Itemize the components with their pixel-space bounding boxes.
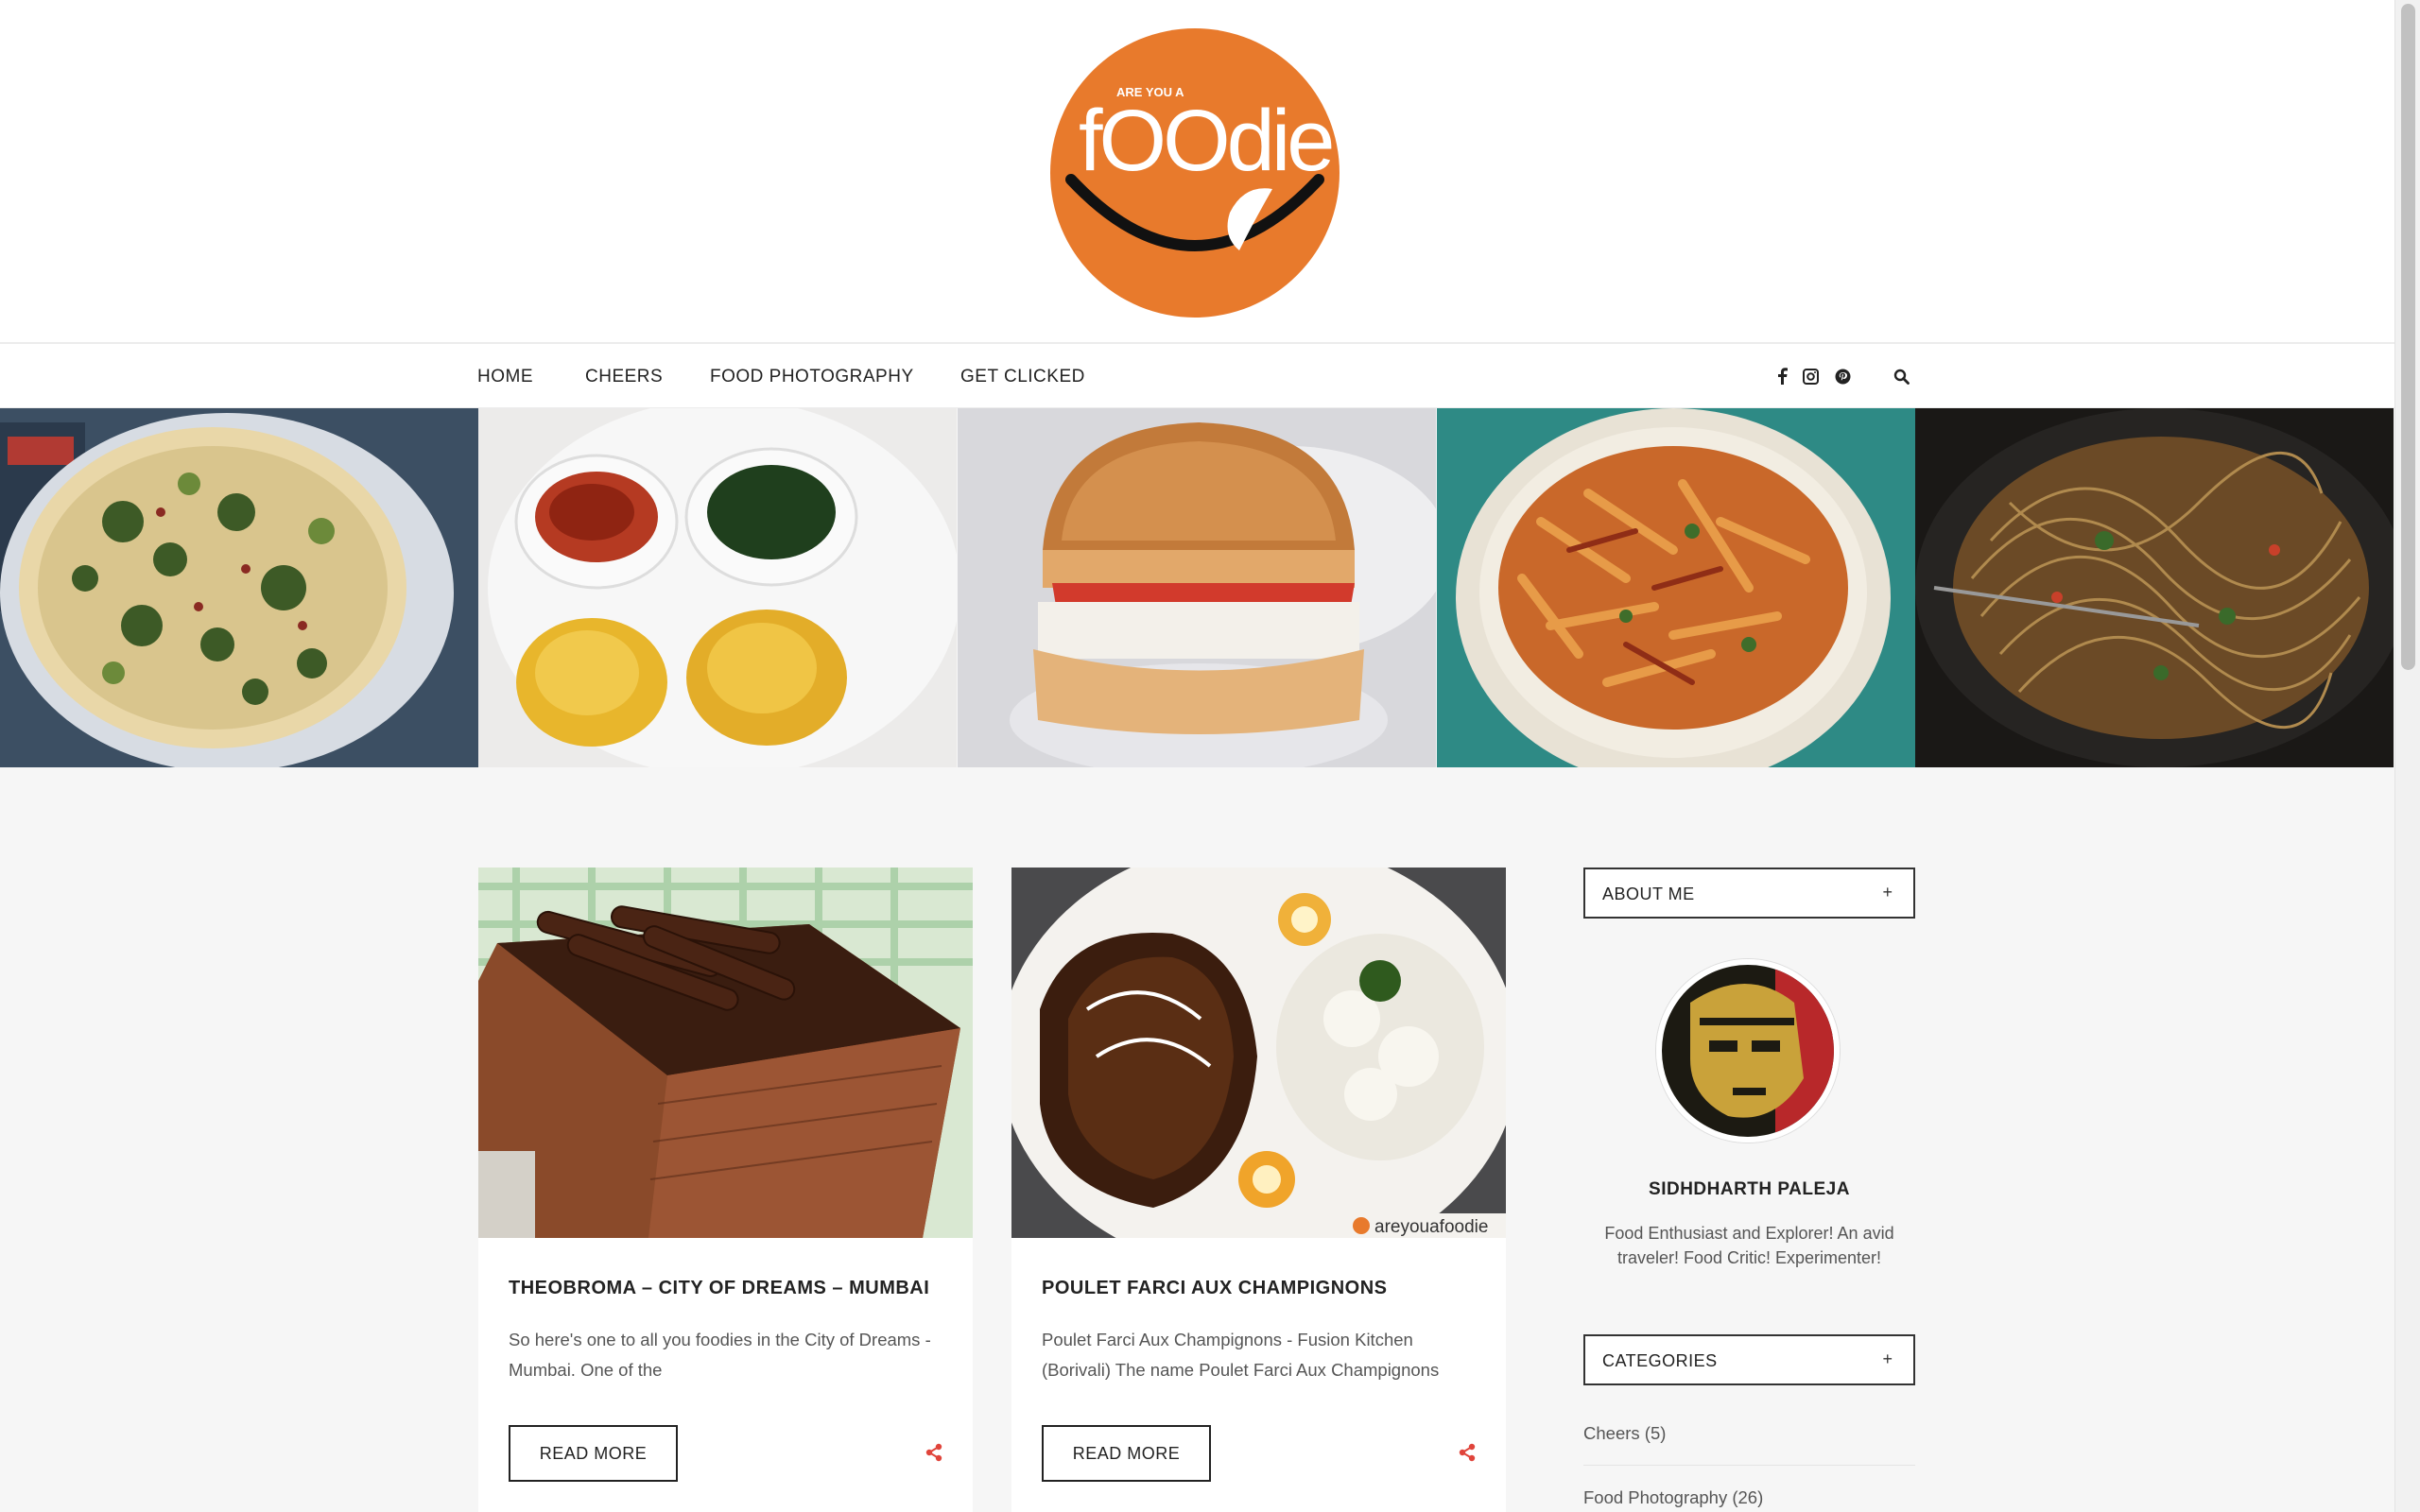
widget-title: CATEGORIES xyxy=(1602,1351,1718,1370)
main-nav: HOME CHEERS FOOD PHOTOGRAPHY GET CLICKED xyxy=(0,342,2394,408)
share-icon[interactable] xyxy=(1457,1442,1478,1463)
facebook-icon[interactable] xyxy=(1771,365,1793,387)
instagram-icon[interactable] xyxy=(1799,365,1822,387)
scrollbar-thumb[interactable] xyxy=(2401,4,2415,670)
post-title[interactable]: POULET FARCI AUX CHAMPIGNONS xyxy=(1042,1278,1388,1299)
slide-hakka-noodles[interactable] xyxy=(1915,408,2394,767)
slide-vada-chutney[interactable] xyxy=(478,408,957,767)
post-image-watermark: areyouafoodie xyxy=(1374,1217,1488,1237)
read-more-button[interactable]: READ MORE xyxy=(1042,1425,1211,1482)
slide-pizza[interactable] xyxy=(0,408,478,767)
site-logo[interactable]: ARE YOU A fOOdie xyxy=(1050,28,1340,318)
widget-title: ABOUT ME xyxy=(1602,885,1695,903)
search-icon[interactable] xyxy=(1890,365,1912,387)
nav-home[interactable]: HOME xyxy=(477,367,533,387)
avatar xyxy=(1656,959,1840,1143)
divider xyxy=(1583,1465,1915,1466)
categories-widget-header[interactable]: CATEGORIES + xyxy=(1583,1334,1915,1385)
about-me-widget-header[interactable]: ABOUT ME + xyxy=(1583,868,1915,919)
site-header: ARE YOU A fOOdie xyxy=(0,0,2394,342)
post-excerpt: Poulet Farci Aux Champignons - Fusion Ki… xyxy=(1042,1330,1440,1380)
post-title[interactable]: THEOBROMA – CITY OF DREAMS – MUMBAI xyxy=(509,1278,929,1299)
category-link-food-photography[interactable]: Food Photography (26) xyxy=(1583,1487,1915,1508)
nav-get-clicked[interactable]: GET CLICKED xyxy=(960,367,1085,387)
post-excerpt: So here's one to all you foodies in the … xyxy=(509,1330,931,1380)
page-scrollbar[interactable] xyxy=(2394,0,2420,1512)
logo-big-text: fOOdie xyxy=(1079,93,1332,189)
expand-icon[interactable]: + xyxy=(1882,883,1893,902)
category-link-cheers[interactable]: Cheers (5) xyxy=(1583,1423,1915,1444)
post-card: THEOBROMA – CITY OF DREAMS – MUMBAI So h… xyxy=(478,868,973,1512)
author-bio: Food Enthusiast and Explorer! An avid tr… xyxy=(1604,1224,1894,1267)
post-image-cake[interactable] xyxy=(478,868,973,1238)
post-image-chicken[interactable]: areyouafoodie xyxy=(1011,868,1506,1238)
author-name: SIDHDHARTH PALEJA xyxy=(1649,1179,1850,1199)
post-card: areyouafoodie POULET FARCI AUX CHAMPIGNO… xyxy=(1011,868,1506,1512)
share-icon[interactable] xyxy=(924,1442,944,1463)
pinterest-icon[interactable] xyxy=(1831,365,1854,387)
slide-burger[interactable] xyxy=(958,408,1436,767)
expand-icon[interactable]: + xyxy=(1882,1349,1893,1369)
slide-stir-fry[interactable] xyxy=(1437,408,1915,767)
read-more-button[interactable]: READ MORE xyxy=(509,1425,678,1482)
nav-cheers[interactable]: CHEERS xyxy=(585,367,663,387)
featured-slider xyxy=(0,408,2394,767)
nav-food-photography[interactable]: FOOD PHOTOGRAPHY xyxy=(710,367,914,387)
